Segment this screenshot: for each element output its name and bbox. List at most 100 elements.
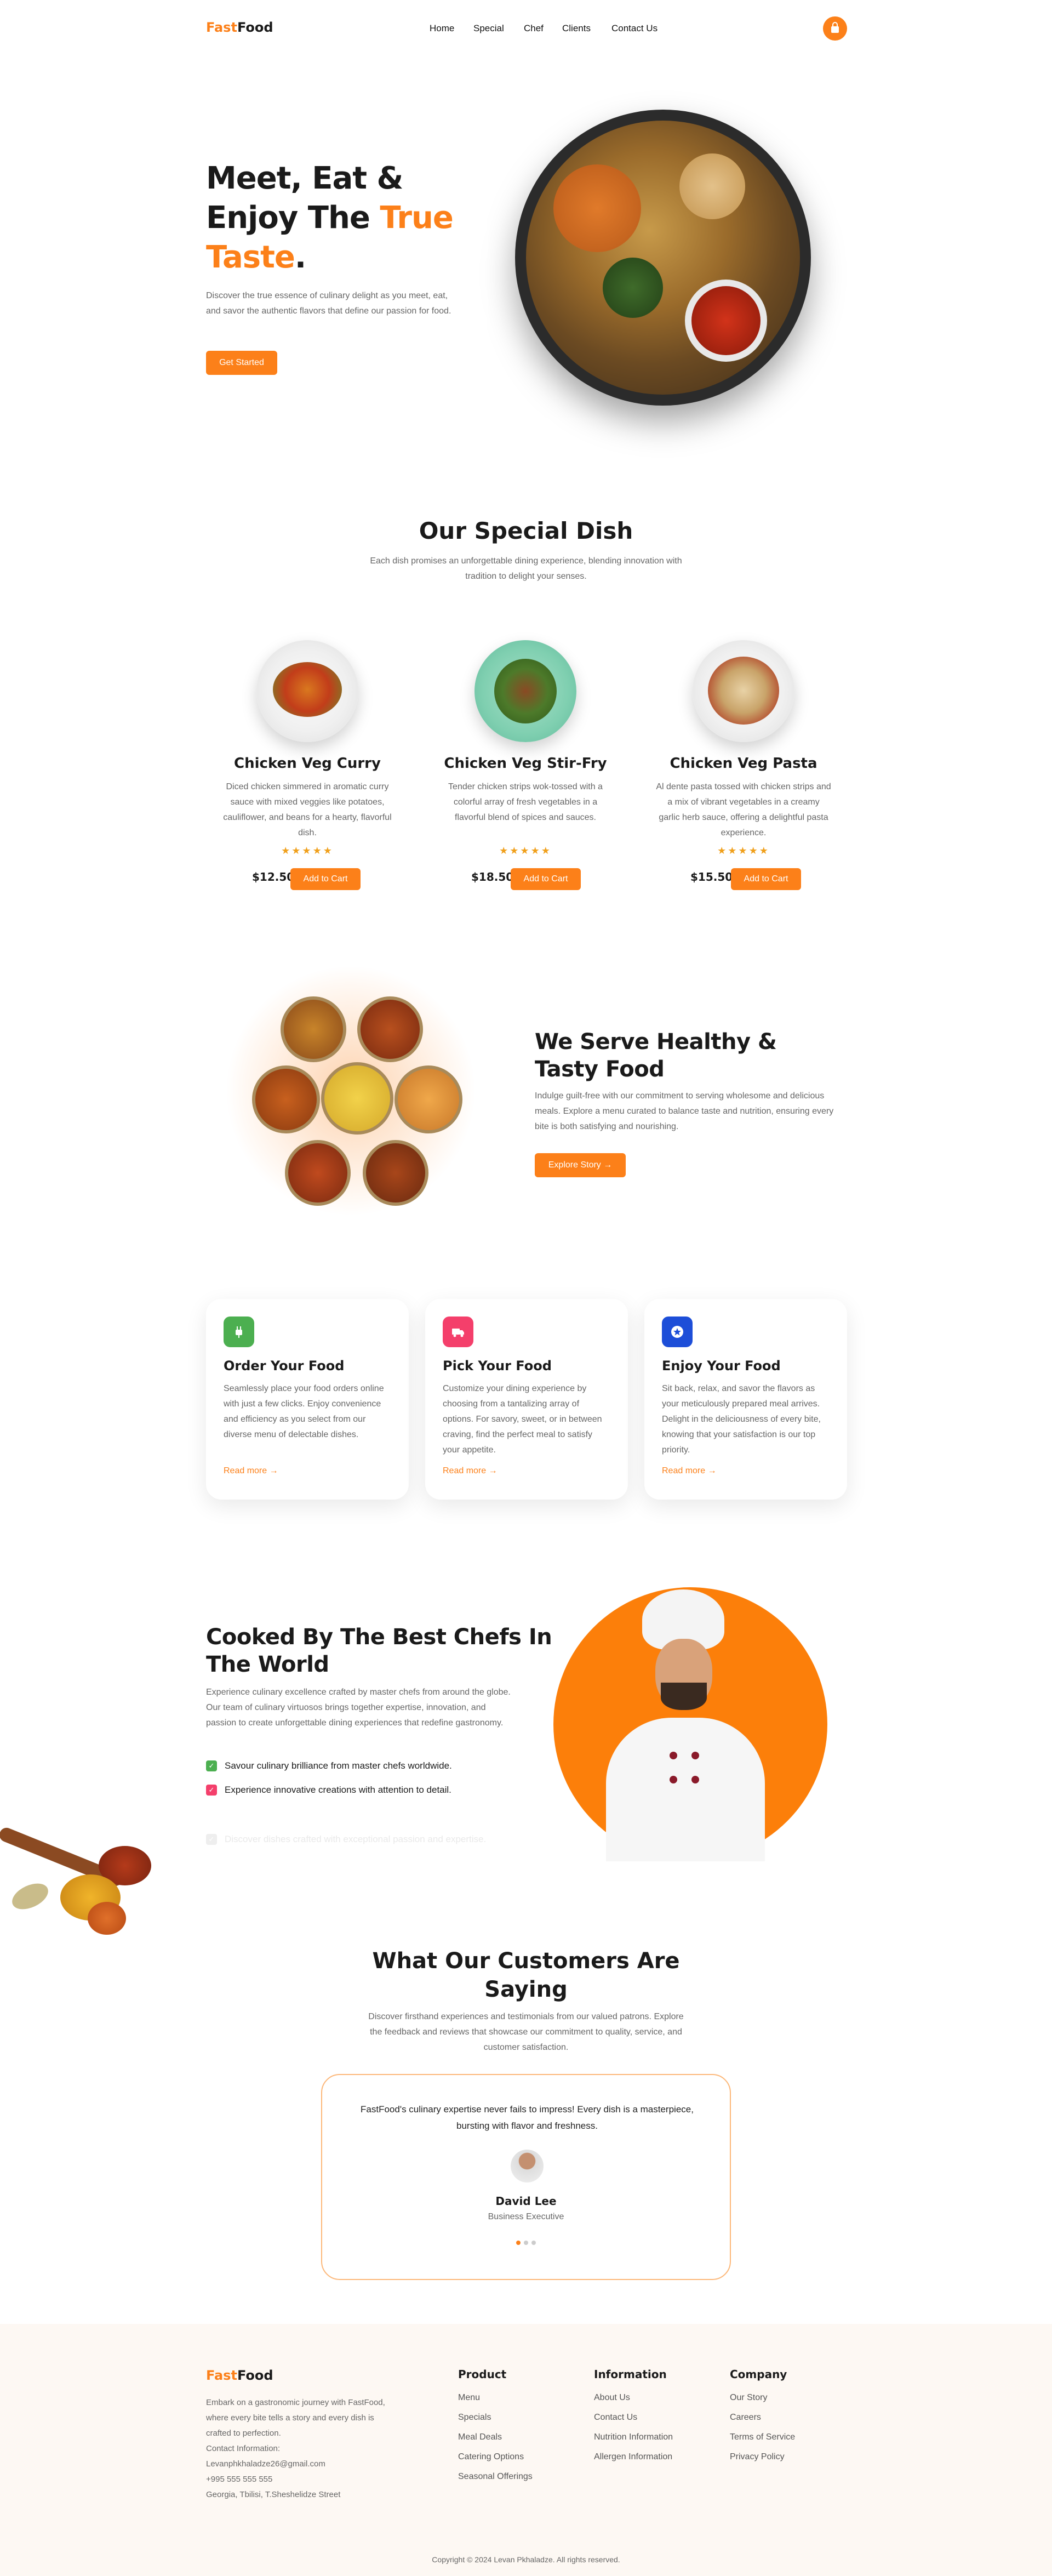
feature-description: Sit back, relax, and savor the flavors a… bbox=[662, 1384, 821, 1455]
dish-price: $18.50 bbox=[471, 870, 514, 884]
footer-link[interactable]: Allergen Information bbox=[594, 2452, 672, 2462]
footer: FastFood Embark on a gastronomic journey… bbox=[0, 2324, 1052, 2576]
footer-link[interactable]: Meal Deals bbox=[458, 2432, 502, 2442]
hero-line-3: Taste. bbox=[206, 240, 306, 275]
contact-email[interactable]: Levanphkhaladze26@gmail.com bbox=[206, 2457, 398, 2472]
dish-name: Chicken Veg Stir-Fry bbox=[444, 755, 607, 772]
chefs-title-line-2: The World bbox=[206, 1652, 329, 1677]
dish-description: Tender chicken strips wok-tossed with a … bbox=[448, 782, 603, 822]
footer-link[interactable]: Privacy Policy bbox=[730, 2452, 785, 2462]
footer-heading-company: Company bbox=[730, 2368, 787, 2381]
footer-about-text: Embark on a gastronomic journey with Fas… bbox=[206, 2398, 385, 2438]
footer-link[interactable]: About Us bbox=[594, 2393, 630, 2403]
healthy-title-line-1: We Serve Healthy & bbox=[535, 1029, 777, 1055]
contact-label: Contact Information: bbox=[206, 2444, 281, 2453]
footer-link[interactable]: Our Story bbox=[730, 2393, 767, 2403]
cart-button[interactable] bbox=[823, 16, 847, 41]
carousel-dot-active[interactable] bbox=[516, 2241, 521, 2245]
carousel-dots bbox=[516, 2241, 536, 2245]
chefs-title-line-1: Cooked By The Best Chefs In bbox=[206, 1625, 552, 1650]
healthy-description: Indulge guilt-free with our commitment t… bbox=[535, 1091, 834, 1131]
footer-link[interactable]: Contact Us bbox=[594, 2413, 637, 2423]
feature-card-order: Order Your Food Seamlessly place your fo… bbox=[206, 1299, 409, 1500]
contact-address: Georgia, Tbilisi, T.Sheshelidze Street bbox=[206, 2490, 341, 2499]
feature-card-enjoy: Enjoy Your Food Sit back, relax, and sav… bbox=[644, 1299, 847, 1500]
delivery-truck-icon bbox=[443, 1317, 473, 1347]
customer-role: Business Executive bbox=[488, 2212, 564, 2221]
dish-price: $15.50 bbox=[690, 870, 733, 884]
hero-title: Meet, Eat & Enjoy The True Taste. bbox=[206, 159, 513, 277]
hero-description: Discover the true essence of culinary de… bbox=[206, 291, 451, 316]
dish-description: Diced chicken simmered in aromatic curry… bbox=[223, 782, 392, 837]
hero-line-2: Enjoy The True bbox=[206, 200, 454, 236]
dish-image bbox=[693, 640, 794, 742]
add-to-cart-button[interactable]: Add to Cart bbox=[290, 868, 361, 890]
feature-description: Seamlessly place your food orders online… bbox=[224, 1384, 384, 1439]
nav-home[interactable]: Home bbox=[430, 23, 454, 34]
healthy-title: We Serve Healthy & Tasty Food bbox=[535, 1028, 777, 1083]
rating-stars: ★★★★★ bbox=[717, 845, 770, 857]
special-subtitle: Each dish promises an unforgettable dini… bbox=[370, 556, 682, 581]
plug-icon bbox=[224, 1317, 254, 1347]
read-more-link[interactable]: Read more → bbox=[662, 1466, 717, 1476]
dish-name: Chicken Veg Curry bbox=[234, 755, 381, 772]
feature-title: Enjoy Your Food bbox=[662, 1358, 781, 1374]
testimonial-quote: FastFood's culinary expertise never fail… bbox=[361, 2104, 694, 2131]
footer-link[interactable]: Terms of Service bbox=[730, 2432, 795, 2442]
testimonials-subtitle: Discover firsthand experiences and testi… bbox=[368, 2012, 684, 2052]
nav-contact-us[interactable]: Contact Us bbox=[611, 23, 658, 34]
chefs-title: Cooked By The Best Chefs In The World bbox=[206, 1623, 552, 1678]
logo-food: Food bbox=[237, 20, 273, 35]
feature-title: Order Your Food bbox=[224, 1358, 345, 1374]
hero-line-1: Meet, Eat & bbox=[206, 161, 403, 196]
contact-phone: +995 555 555 555 bbox=[206, 2475, 273, 2484]
chefs-description: Experience culinary excellence crafted b… bbox=[206, 1688, 511, 1728]
rating-stars: ★★★★★ bbox=[499, 845, 552, 857]
feature-description: Customize your dining experience by choo… bbox=[443, 1384, 602, 1455]
testimonials-title-line-1: What Our Customers Are bbox=[372, 1948, 680, 1974]
chef-point: ✓ Discover dishes crafted with exception… bbox=[206, 1834, 486, 1845]
chef-point: ✓ Experience innovative creations with a… bbox=[206, 1785, 451, 1796]
logo[interactable]: FastFood bbox=[206, 20, 273, 35]
nav-special[interactable]: Special bbox=[473, 23, 504, 34]
feature-title: Pick Your Food bbox=[443, 1358, 552, 1374]
read-more-link[interactable]: Read more → bbox=[443, 1466, 498, 1476]
healthy-title-line-2: Tasty Food bbox=[535, 1057, 665, 1082]
dish-price: $12.50 bbox=[252, 870, 295, 884]
customer-name: David Lee bbox=[495, 2195, 557, 2208]
shopping-bag-icon bbox=[831, 22, 839, 33]
nav-clients[interactable]: Clients bbox=[562, 23, 591, 34]
footer-link[interactable]: Specials bbox=[458, 2413, 491, 2423]
footer-link[interactable]: Menu bbox=[458, 2393, 480, 2403]
dish-image bbox=[256, 640, 358, 742]
footer-link[interactable]: Seasonal Offerings bbox=[458, 2472, 533, 2482]
check-icon: ✓ bbox=[206, 1834, 217, 1845]
chef-point: ✓ Savour culinary brilliance from master… bbox=[206, 1760, 452, 1771]
footer-logo[interactable]: FastFood bbox=[206, 2368, 273, 2383]
footer-link[interactable]: Nutrition Information bbox=[594, 2432, 673, 2442]
testimonials-title: What Our Customers Are Saying bbox=[0, 1947, 1052, 2004]
explore-story-button[interactable]: Explore Story → bbox=[535, 1153, 626, 1177]
special-title: Our Special Dish bbox=[419, 517, 633, 544]
logo-fast: Fast bbox=[206, 20, 237, 35]
rating-stars: ★★★★★ bbox=[281, 845, 334, 857]
read-more-link[interactable]: Read more → bbox=[224, 1466, 278, 1476]
get-started-button[interactable]: Get Started bbox=[206, 351, 277, 375]
carousel-dot[interactable] bbox=[531, 2241, 536, 2245]
add-to-cart-button[interactable]: Add to Cart bbox=[511, 868, 581, 890]
testimonial-card: FastFood's culinary expertise never fail… bbox=[321, 2074, 731, 2280]
dish-image bbox=[474, 640, 576, 742]
footer-link[interactable]: Careers bbox=[730, 2413, 761, 2423]
carousel-dot[interactable] bbox=[524, 2241, 528, 2245]
check-icon: ✓ bbox=[206, 1785, 217, 1796]
footer-about: Embark on a gastronomic journey with Fas… bbox=[206, 2395, 398, 2503]
check-icon: ✓ bbox=[206, 1760, 217, 1771]
copyright: Copyright © 2024 Levan Pkhaladze. All ri… bbox=[432, 2555, 620, 2564]
dish-name: Chicken Veg Pasta bbox=[670, 755, 817, 772]
nav-chef[interactable]: Chef bbox=[524, 23, 544, 34]
footer-heading-information: Information bbox=[594, 2368, 667, 2381]
customer-avatar bbox=[511, 2150, 544, 2182]
dish-description: Al dente pasta tossed with chicken strip… bbox=[656, 782, 831, 837]
add-to-cart-button[interactable]: Add to Cart bbox=[731, 868, 801, 890]
footer-link[interactable]: Catering Options bbox=[458, 2452, 524, 2462]
